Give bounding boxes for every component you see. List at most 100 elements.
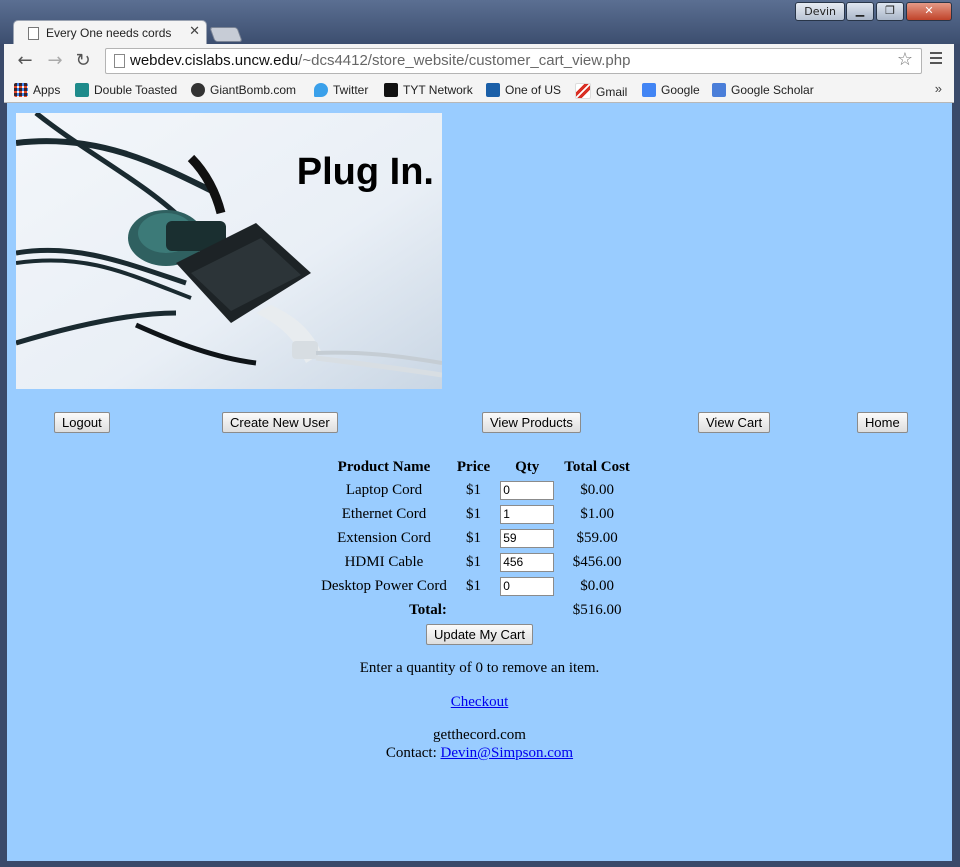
cart-header-row: Product Name Price Qty Total Cost [317,457,634,477]
close-window-button[interactable]: ✕ [906,2,952,21]
table-row: Desktop Power Cord $1 $0.00 [317,575,634,597]
bookmark-label: Google [661,83,700,97]
maximize-button[interactable]: ❐ [876,2,904,21]
view-products-button[interactable]: View Products [482,412,581,433]
window-controls: ▁ ❐ ✕ [846,2,952,21]
bookmark-apps[interactable]: Apps [14,83,60,97]
forward-arrow-icon[interactable]: → [44,50,66,71]
qty-input[interactable] [500,528,555,548]
bookmark-google[interactable]: Google [642,83,700,97]
table-row: Ethernet Cord $1 $1.00 [317,503,634,525]
cart-total-row: Total: $516.00 [317,599,634,621]
product-name: Desktop Power Cord [321,577,447,594]
checkout-link[interactable]: Checkout [451,694,509,710]
back-arrow-icon[interactable]: ← [14,50,36,71]
twitter-bird-icon [314,83,328,97]
cart-table: Product Name Price Qty Total Cost Laptop… [315,455,636,623]
product-price: $1 [466,529,482,546]
column-header-product: Product Name [337,458,431,475]
tab-title: Every One needs cords [46,26,172,40]
browser-tab-active[interactable]: Every One needs cords ✕ [13,20,207,46]
bookmark-giantbomb[interactable]: GiantBomb.com [191,83,296,97]
bookmark-label: Apps [33,83,61,97]
google-icon [642,83,656,97]
browser-window: Devin ▁ ❐ ✕ Every One needs cords ✕ ← → … [0,0,960,867]
qty-input[interactable] [500,576,555,596]
column-header-price: Price [456,458,491,475]
address-bar[interactable]: webdev.cislabs.uncw.edu/~dcs4412/store_w… [105,48,922,74]
line-total: $456.00 [572,553,622,570]
contact-label: Contact: [385,745,437,761]
bookmark-star-icon[interactable]: ☆ [897,49,913,70]
line-total: $0.00 [580,577,614,594]
product-name: Extension Cord [337,529,431,546]
bookmarks-bar: Apps Double Toasted GiantBomb.com Twitte… [4,78,954,103]
table-row: Laptop Cord $1 $0.00 [317,479,634,501]
title-bar: Devin ▁ ❐ ✕ Every One needs cords ✕ [0,0,960,46]
product-name: Ethernet Cord [341,505,427,522]
bookmark-label: GiantBomb.com [210,83,297,97]
cart-section: Product Name Price Qty Total Cost Laptop… [7,455,952,762]
total-label: Total: [409,601,447,618]
bookmark-double-toasted[interactable]: Double Toasted [75,83,177,97]
product-price: $1 [466,577,482,594]
bookmark-label: Google Scholar [731,83,814,97]
page-icon [28,27,39,40]
qty-input[interactable] [500,504,555,524]
browser-toolbar: ← → ↻ webdev.cislabs.uncw.edu/~dcs4412/s… [4,44,954,78]
tyt-icon [384,83,398,97]
contact-email-link[interactable]: Devin@Simpson.com [441,745,574,761]
profile-button[interactable]: Devin [795,2,845,21]
logout-button[interactable]: Logout [54,412,110,433]
qty-input[interactable] [500,552,555,572]
update-cart-wrap: Update My Cart [7,624,952,645]
qty-cell [496,551,558,573]
qty-cell [496,527,558,549]
line-total: $0.00 [580,481,614,498]
reload-icon[interactable]: ↻ [72,50,94,71]
giantbomb-icon [191,83,205,97]
page-content: Plug In. Logout Create New User View Pro… [7,103,952,861]
hero-banner-image: Plug In. [16,113,442,389]
column-header-total: Total Cost [564,458,630,475]
new-tab-button[interactable] [209,27,243,42]
bookmark-twitter[interactable]: Twitter [314,83,368,97]
bookmark-label: Twitter [333,83,369,97]
remove-item-note: Enter a quantity of 0 to remove an item. [359,660,600,676]
footer: getthecord.com Contact: Devin@Simpson.co… [7,726,952,762]
gmail-icon [575,83,591,99]
bookmark-one-of-us[interactable]: One of US [486,83,561,97]
footer-contact: Contact: Devin@Simpson.com [7,744,952,762]
bookmark-label: One of US [505,83,562,97]
view-cart-button[interactable]: View Cart [698,412,771,433]
double-toasted-icon [75,83,89,97]
bookmark-gmail[interactable]: Gmail [575,83,627,99]
product-price: $1 [466,505,482,522]
google-scholar-icon [712,83,726,97]
bookmark-label: Double Toasted [94,83,178,97]
url-path: /~dcs4412/store_website/customer_cart_vi… [298,52,631,69]
table-row: HDMI Cable $1 $456.00 [317,551,634,573]
qty-cell [496,479,558,501]
update-cart-button[interactable]: Update My Cart [425,624,534,645]
url-text[interactable]: webdev.cislabs.uncw.edu/~dcs4412/store_w… [130,52,630,69]
minimize-button[interactable]: ▁ [846,2,874,21]
create-new-user-button[interactable]: Create New User [222,412,338,433]
bookmark-label: Gmail [596,85,628,99]
home-button[interactable]: Home [857,412,908,433]
browser-menu-icon[interactable] [930,52,942,67]
product-name: Laptop Cord [345,481,423,498]
qty-input[interactable] [500,480,555,500]
bookmarks-overflow-chevron-icon[interactable]: » [935,81,942,96]
cart-total-value: $516.00 [572,601,622,618]
bookmark-tyt[interactable]: TYT Network [384,83,473,97]
column-header-qty: Qty [515,458,540,475]
line-total: $59.00 [576,529,618,546]
hero-title: Plug In. [296,151,434,193]
product-name: HDMI Cable [344,553,424,570]
tab-close-icon[interactable]: ✕ [189,24,200,39]
bookmark-google-scholar[interactable]: Google Scholar [712,83,814,97]
page-info-icon[interactable] [114,54,125,68]
qty-cell [496,575,558,597]
product-price: $1 [466,481,482,498]
